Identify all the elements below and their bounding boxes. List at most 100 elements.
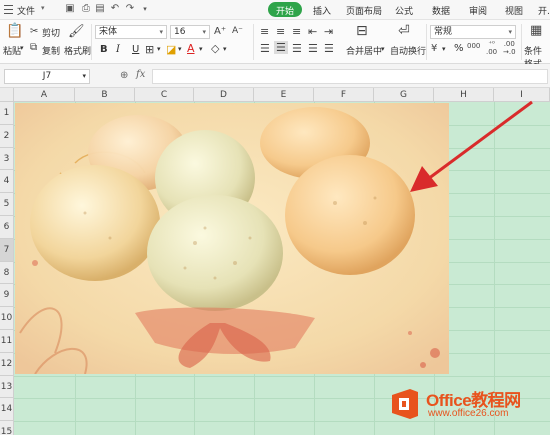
row-header-11[interactable]: 11 — [0, 330, 14, 353]
align-bottom-icon[interactable]: ≡ — [292, 25, 301, 38]
name-box[interactable]: J7 ▾ — [4, 69, 90, 84]
align-center-icon[interactable]: ☰ — [274, 41, 288, 54]
menu-icon[interactable] — [4, 5, 13, 14]
column-header-c[interactable]: C — [135, 88, 194, 102]
align-right-icon[interactable]: ☰ — [292, 42, 302, 55]
eraser-icon[interactable]: ◇ — [211, 42, 219, 55]
justify-icon[interactable]: ☰ — [308, 42, 318, 55]
ice-cream-picture[interactable] — [15, 103, 449, 374]
row-header-15[interactable]: 15 — [0, 421, 14, 435]
gridline — [14, 375, 550, 377]
row-header-1[interactable]: 1 — [0, 102, 14, 125]
chevron-down-icon[interactable]: ▾ — [178, 45, 182, 53]
chevron-down-icon[interactable]: ▾ — [41, 4, 45, 12]
tab-review[interactable]: 审阅 — [469, 4, 487, 17]
more-icon[interactable]: ▾ — [139, 3, 151, 15]
formula-bar: J7 ▾ ⊕ fx — [0, 64, 550, 88]
ice-cream-scoop — [285, 155, 415, 275]
copy-button[interactable]: 复制 — [42, 44, 60, 57]
row-header-7[interactable]: 7 — [0, 238, 14, 262]
chevron-down-icon[interactable]: ▾ — [157, 45, 161, 53]
row-header-6[interactable]: 6 — [0, 216, 14, 239]
paste-button[interactable]: 粘贴 — [3, 44, 21, 57]
function-icon[interactable]: fx — [136, 69, 145, 80]
worksheet-grid[interactable]: ABCDEFGHI 1 2 3 4 5 6 7 8 9 10 11 12 13 14 15 — [0, 88, 550, 435]
divider — [521, 24, 522, 60]
chevron-down-icon[interactable]: ▾ — [199, 45, 203, 53]
align-left-icon[interactable]: ☰ — [260, 42, 270, 55]
select-all-corner[interactable] — [0, 88, 14, 102]
cut-icon[interactable]: ✂ — [30, 26, 38, 37]
indent-left-icon[interactable]: ⇤ — [308, 25, 317, 38]
wrap-text-button[interactable]: 自动换行 — [390, 44, 426, 57]
currency-icon[interactable]: ¥ — [431, 43, 437, 54]
chevron-down-icon[interactable]: ▾ — [20, 44, 24, 52]
copy-icon[interactable]: ⧉ — [30, 42, 37, 53]
font-size-select[interactable]: 16 ▾ — [170, 25, 210, 39]
save-icon[interactable]: ▣ — [64, 3, 76, 15]
tab-data[interactable]: 数据 — [432, 4, 450, 17]
print-icon[interactable]: ⎙ — [80, 3, 92, 15]
increase-decimal-icon[interactable]: ⁺⁰ .00 — [486, 40, 497, 56]
tab-formulas[interactable]: 公式 — [395, 4, 413, 17]
cut-button[interactable]: 剪切 — [42, 26, 60, 39]
underline-button[interactable]: U — [132, 44, 139, 55]
number-format-select[interactable]: 常规 ▾ — [430, 25, 516, 39]
percent-button[interactable]: % — [454, 43, 464, 54]
row-header-9[interactable]: 9 — [0, 284, 14, 308]
conditional-format-icon[interactable]: ▦ — [530, 23, 542, 38]
row-header-10[interactable]: 10 — [0, 307, 14, 330]
thousands-icon[interactable]: 000 — [467, 42, 480, 50]
format-painter-button[interactable]: 格式刷 — [64, 44, 91, 57]
zoom-icon[interactable]: ⊕ — [120, 70, 128, 81]
preview-icon[interactable]: ▤ — [94, 3, 106, 15]
column-header-a[interactable]: A — [14, 88, 75, 102]
row-header-4[interactable]: 4 — [0, 170, 14, 194]
formula-input[interactable] — [152, 69, 548, 84]
chevron-down-icon[interactable]: ▾ — [381, 45, 385, 53]
format-painter-icon[interactable]: 🖌 — [68, 24, 85, 39]
redo-icon[interactable]: ↷ — [124, 3, 136, 15]
font-name-select[interactable]: 宋体 ▾ — [95, 25, 167, 39]
ice-cream-scoop — [147, 195, 283, 311]
italic-button[interactable]: I — [116, 44, 120, 55]
align-middle-icon[interactable]: ≡ — [276, 25, 285, 38]
font-grow-icon[interactable]: A⁺ — [214, 26, 226, 37]
decrease-decimal-icon[interactable]: .00 →.0 — [503, 40, 516, 56]
wrap-text-icon[interactable]: ⏎ — [398, 23, 410, 39]
row-header-12[interactable]: 12 — [0, 352, 14, 376]
bold-button[interactable]: B — [100, 44, 108, 55]
fill-color-icon[interactable]: ◪ — [166, 43, 176, 56]
font-color-icon[interactable]: A — [187, 42, 195, 55]
row-header-2[interactable]: 2 — [0, 124, 14, 148]
chevron-down-icon[interactable]: ▾ — [223, 45, 227, 53]
tab-insert[interactable]: 插入 — [313, 4, 331, 17]
column-header-e[interactable]: E — [254, 88, 314, 102]
tab-home[interactable]: 开始 — [268, 2, 303, 17]
merge-center-button[interactable]: 合并居中 — [346, 44, 382, 57]
file-menu[interactable]: 文件 — [17, 4, 35, 17]
chevron-down-icon[interactable]: ▾ — [442, 45, 446, 53]
row-header-13[interactable]: 13 — [0, 375, 14, 399]
tab-page-layout[interactable]: 页面布局 — [346, 4, 382, 17]
column-header-b[interactable]: B — [75, 88, 135, 102]
row-header-3[interactable]: 3 — [0, 147, 14, 171]
column-header-d[interactable]: D — [194, 88, 254, 102]
row-header-8[interactable]: 8 — [0, 261, 14, 285]
menu-bar: 文件 ▾ ▣ ⎙ ▤ ↶ ↷ ▾ 开始 插入 页面布局 公式 数据 审阅 视图 … — [0, 0, 550, 20]
distribute-icon[interactable]: ☰ — [324, 42, 334, 55]
column-header-f[interactable]: F — [314, 88, 374, 102]
divider — [426, 24, 427, 60]
tab-view[interactable]: 视图 — [505, 4, 523, 17]
merge-icon[interactable]: ⊟ — [356, 23, 368, 39]
chevron-down-icon: ▾ — [82, 72, 86, 80]
paste-icon[interactable]: 📋 — [6, 23, 23, 39]
undo-icon[interactable]: ↶ — [109, 3, 121, 15]
row-header-5[interactable]: 5 — [0, 193, 14, 216]
indent-right-icon[interactable]: ⇥ — [324, 25, 333, 38]
tab-more[interactable]: 开... — [538, 4, 550, 17]
align-top-icon[interactable]: ≡ — [260, 25, 269, 38]
border-icon[interactable]: ⊞ — [145, 43, 154, 56]
row-header-14[interactable]: 14 — [0, 398, 14, 422]
font-shrink-icon[interactable]: A⁻ — [232, 26, 243, 36]
